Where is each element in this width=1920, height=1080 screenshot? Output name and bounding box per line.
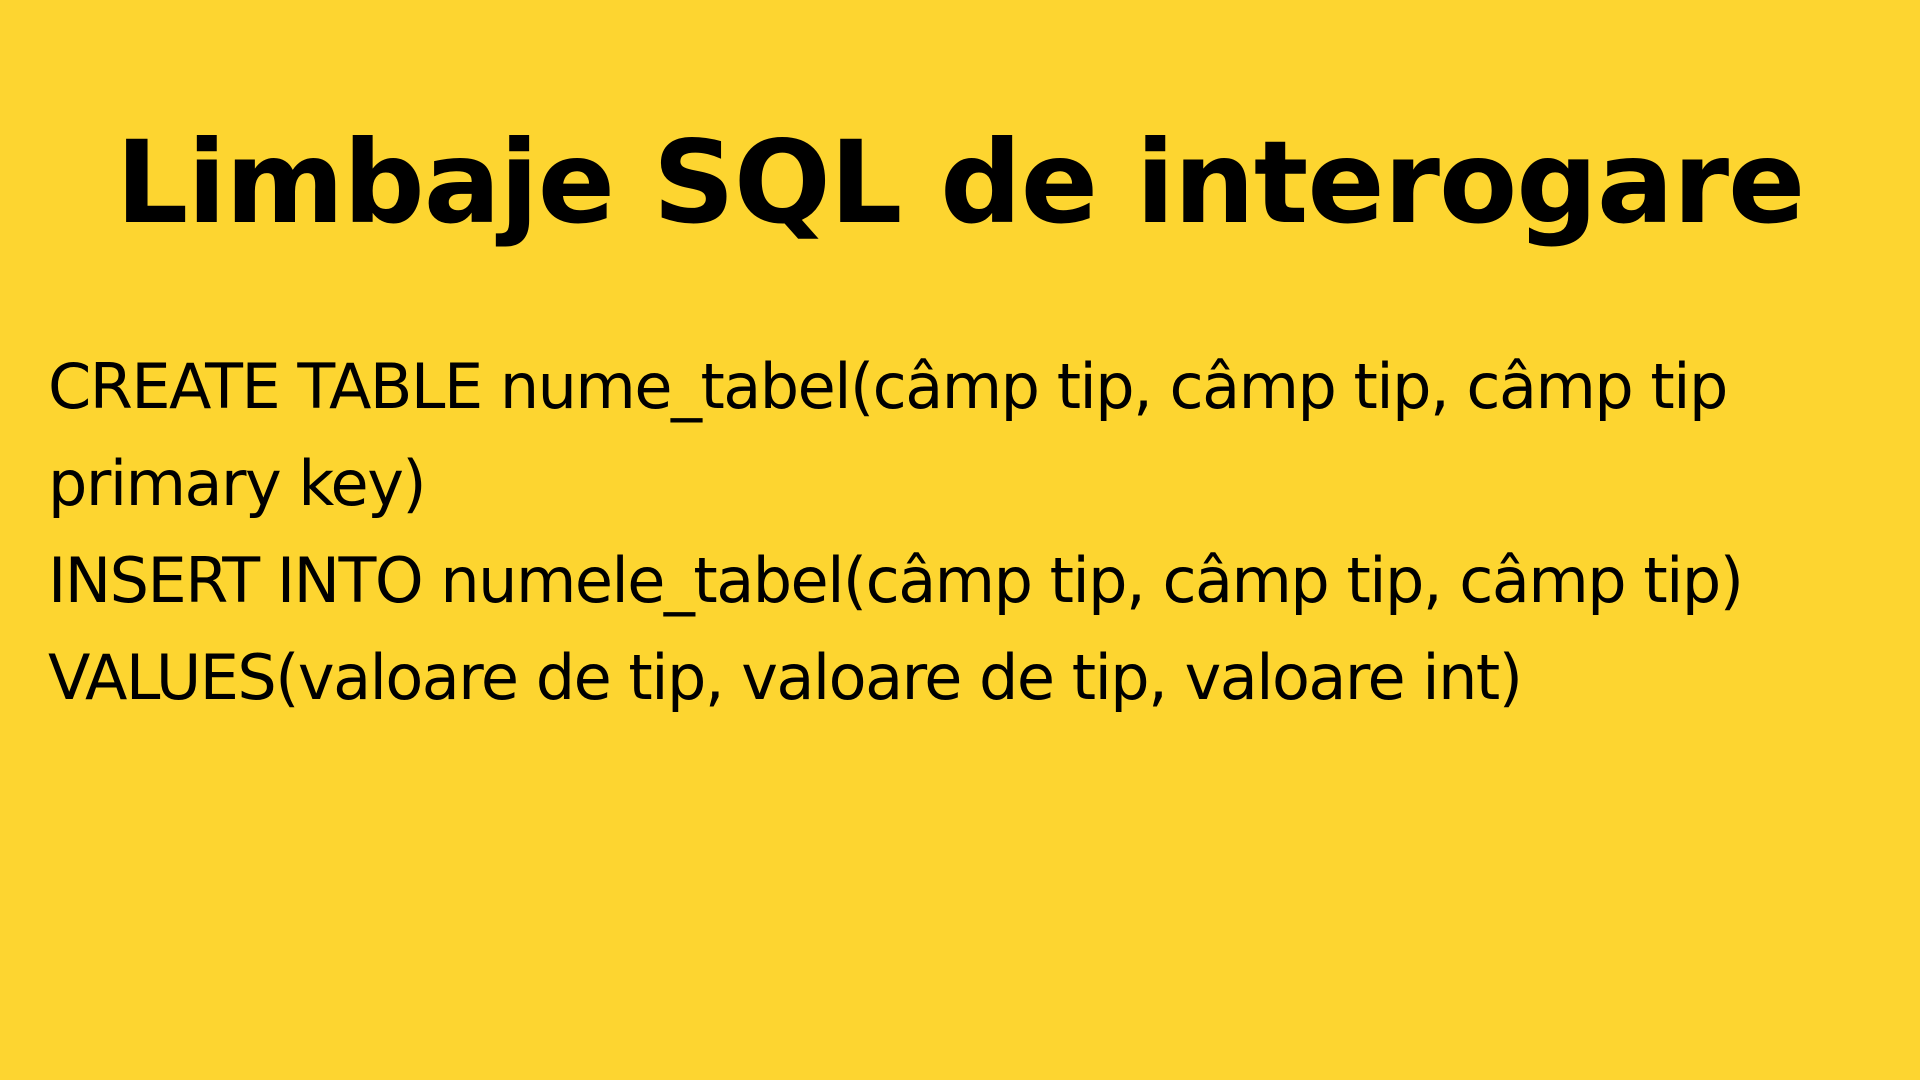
body-line-primary-key: primary key) <box>48 447 427 520</box>
slide: Limbaje SQL de interogare CREATE TABLE n… <box>0 0 1920 1080</box>
body-line-insert-into: INSERT INTO numele_tabel(câmp tip, câmp … <box>48 544 1744 617</box>
body-line-create-table: CREATE TABLE nume_tabel(câmp tip, câmp t… <box>48 350 1728 423</box>
slide-title: Limbaje SQL de interogare <box>115 116 1806 249</box>
body-line-values: VALUES(valoare de tip, valoare de tip, v… <box>48 641 1523 714</box>
slide-body: CREATE TABLE nume_tabel(câmp tip, câmp t… <box>48 338 1898 726</box>
